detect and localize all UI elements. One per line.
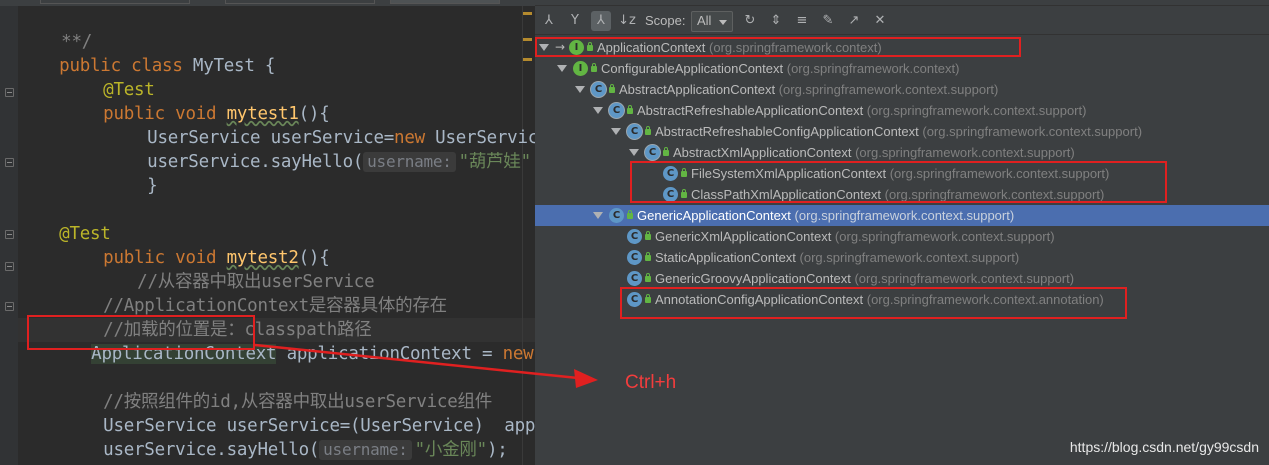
shortcut-annotation-label: Ctrl+h — [625, 372, 677, 393]
watermark-text: https://blog.csdn.net/gy99csdn — [1069, 439, 1259, 455]
annotation-arrow — [254, 343, 598, 388]
